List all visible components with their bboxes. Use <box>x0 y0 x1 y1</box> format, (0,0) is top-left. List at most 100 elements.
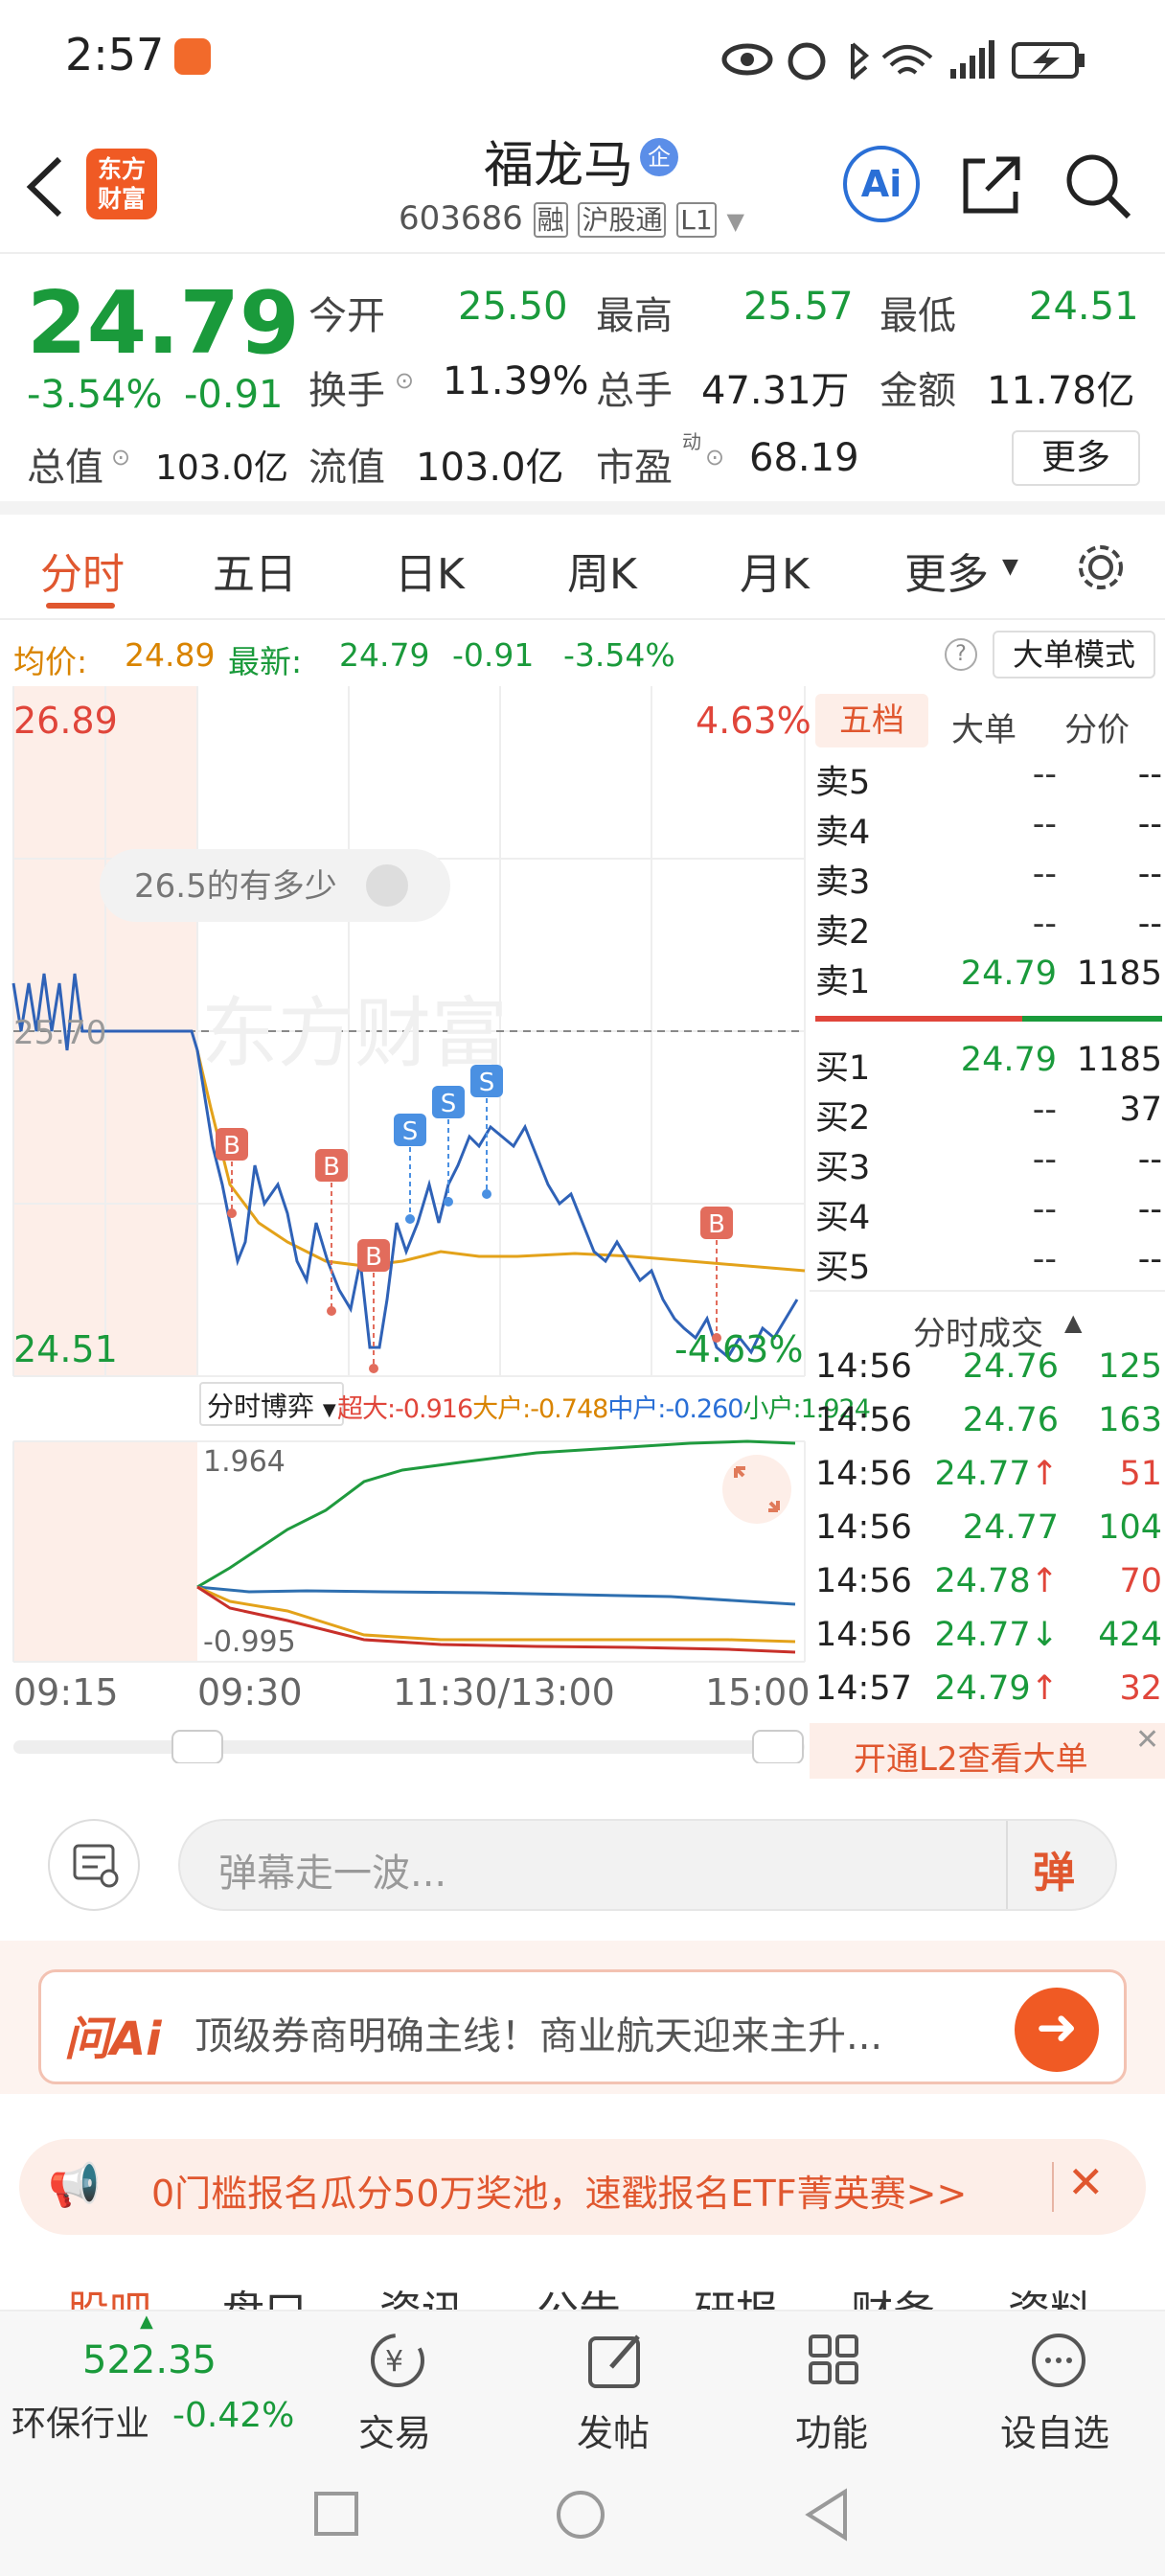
low-value: 24.51 <box>1029 285 1139 329</box>
home-icon[interactable] <box>554 2488 607 2542</box>
stock-code-row: 603686 融 沪股通 L1 ▼ <box>399 199 744 238</box>
trade-volume: 70 <box>1119 1562 1162 1600</box>
bubble-text: 26.5的有多少 <box>134 867 337 906</box>
caret-up-icon[interactable]: ▲ <box>1064 1309 1082 1336</box>
flow-legend: 超大:-0.916大户:-0.748中户:-0.260小户:1.924 <box>337 1394 871 1424</box>
promo-text: 0门槛报名瓜分50万奖池，速戳报名ETF菁英赛>> <box>151 2173 968 2215</box>
back-nav-icon[interactable] <box>803 2488 851 2542</box>
bid-price: -- <box>1032 1140 1057 1179</box>
help-icon[interactable]: ? <box>945 638 977 671</box>
bid-volume: 1185 <box>1076 1041 1162 1079</box>
close-icon[interactable]: ✕ <box>1135 1723 1159 1757</box>
time-label-0930: 09:30 <box>197 1671 303 1714</box>
trade-row: 14:56 24.78↑ 70 <box>815 1562 1162 1610</box>
l2-promo-text: 开通L2查看大单 <box>854 1740 1088 1779</box>
game-selector[interactable]: 分时博弈 ▼ <box>199 1382 344 1426</box>
book-tab-five[interactable]: 五档 <box>815 694 928 748</box>
info-icon[interactable]: ⊙ <box>395 367 414 394</box>
back-icon[interactable] <box>21 153 69 220</box>
ask-volume: -- <box>1137 855 1162 893</box>
ask-volume: -- <box>1137 805 1162 843</box>
caret-down-icon[interactable]: ▼ <box>1002 555 1018 579</box>
trade-button[interactable]: ¥ 交易 <box>335 2321 460 2454</box>
tab-five-day[interactable]: 五日 <box>213 540 297 601</box>
tab-monthly-k[interactable]: 月K <box>740 540 810 601</box>
more-circle-icon <box>1032 2334 1085 2387</box>
trade-time: 14:56 <box>815 1455 912 1493</box>
promo-banner: 📢 0门槛报名瓜分50万奖池，速戳报名ETF菁英赛>> ✕ <box>0 2099 1165 2271</box>
subtab-research[interactable]: 研报 <box>694 2277 778 2310</box>
comment-bar: 弹幕走一波... 弹 <box>0 1782 1165 1936</box>
tab-intraday[interactable]: 分时 <box>40 540 125 601</box>
avg-label: 均价: <box>13 643 88 680</box>
ai-button[interactable]: Ai <box>843 146 920 222</box>
tab-weekly-k[interactable]: 周K <box>567 540 637 601</box>
latest-value: 24.79 <box>339 636 430 674</box>
expand-button-bg <box>722 1455 791 1524</box>
trade-price: 24.77↓ <box>934 1616 1059 1654</box>
pct-axis-bottom: -4.63% <box>674 1328 804 1370</box>
ask-price: -- <box>1032 755 1057 794</box>
promo-card[interactable]: 📢 0门槛报名瓜分50万奖池，速戳报名ETF菁英赛>> ✕ <box>19 2139 1146 2235</box>
divider <box>810 1290 1165 1292</box>
trade-time: 14:57 <box>815 1669 912 1708</box>
info-icon[interactable]: ⊙ <box>705 444 724 471</box>
bid-price: 24.79 <box>960 1041 1057 1079</box>
tag-level: L1 <box>676 202 717 238</box>
ask-price: 24.79 <box>960 954 1057 993</box>
bid-volume: -- <box>1137 1140 1162 1179</box>
subtab-profile[interactable]: 资料 <box>1008 2277 1092 2310</box>
sell-marker: S <box>432 1086 465 1207</box>
danmu-settings-icon[interactable] <box>48 1819 140 1911</box>
chevron-down-icon[interactable]: ▼ <box>727 208 744 235</box>
close-icon[interactable]: ✕ <box>1067 2156 1105 2208</box>
amount-label: 金额 <box>879 369 956 413</box>
time-label-midday: 11:30/13:00 <box>393 1671 615 1714</box>
industry-index[interactable]: ▲ 522.35 环保行业 -0.42% <box>0 2312 294 2455</box>
status-icons <box>721 40 1085 80</box>
share-icon[interactable] <box>958 151 1025 218</box>
signal-icon <box>950 40 994 79</box>
subtab-book[interactable]: 盘口 <box>222 2277 307 2310</box>
arrow-right-icon[interactable]: ➜ <box>1015 1988 1099 2072</box>
chart-canvas[interactable]: 东方财富 26.5的有多少 BBBSSSB <box>0 686 810 1763</box>
ask-list: 卖5 -- -- 卖4 -- -- 卖3 -- -- 卖2 -- -- 卖1 24.79 1185 <box>810 755 1165 1004</box>
trade-row: 14:56 24.76 125 <box>815 1347 1162 1395</box>
app-logo[interactable]: 东方财富 <box>86 149 157 219</box>
subtab-finance[interactable]: 财务 <box>851 2277 935 2310</box>
search-icon[interactable] <box>1063 151 1132 220</box>
ask-label: 卖4 <box>815 814 871 852</box>
subtab-forum[interactable]: 股吧 <box>67 2277 151 2310</box>
tab-daily-k[interactable]: 日K <box>395 540 465 601</box>
bid-row: 买5 -- -- <box>815 1240 1162 1288</box>
mktcap-value: 103.0亿 <box>155 448 289 488</box>
info-icon[interactable]: ⊙ <box>111 444 130 471</box>
subtab-news[interactable]: 资讯 <box>379 2277 464 2310</box>
subtab-announcements[interactable]: 公告 <box>537 2277 621 2310</box>
trade-time: 14:56 <box>815 1616 912 1654</box>
book-tab-price[interactable]: 分价 <box>1064 703 1130 750</box>
content-tabs: 股吧 盘口 资讯 公告 研报 财务 资料 <box>0 2271 1165 2310</box>
tab-more[interactable]: 更多 <box>904 540 989 601</box>
danmu-send-button[interactable]: 弹 <box>1033 1838 1075 1899</box>
add-watchlist-button[interactable]: 设自选 <box>987 2321 1131 2454</box>
bid-row: 买4 -- -- <box>815 1190 1162 1238</box>
sub-pre-market-area <box>13 1441 197 1662</box>
features-button[interactable]: 功能 <box>772 2321 897 2454</box>
y-axis-mid: 25.70 <box>13 1014 107 1052</box>
system-nav-bar <box>0 2453 1165 2576</box>
book-tab-big[interactable]: 大单 <box>951 703 1017 750</box>
recent-apps-icon[interactable] <box>312 2490 360 2538</box>
l2-promo-banner[interactable]: 开通L2查看大单 ✕ <box>810 1723 1165 1779</box>
bottom-toolbar: ▲ 522.35 环保行业 -0.42% ¥ 交易 发帖 功能 设自选 <box>0 2310 1165 2455</box>
settings-gear-icon[interactable] <box>1073 540 1129 595</box>
big-order-mode-button[interactable]: 大单模式 <box>993 631 1155 678</box>
ask-row: 卖3 -- -- <box>815 855 1162 903</box>
intraday-chart[interactable]: 东方财富 26.5的有多少 BBBSSSB 26.89 25.70 24.51 … <box>0 686 871 1763</box>
bid-volume: 37 <box>1119 1091 1162 1129</box>
danmu-input[interactable]: 弹幕走一波... 弹 <box>178 1819 1117 1911</box>
ai-banner-card[interactable]: 问Ai 顶级券商明确主线！商业航天迎来主升... ➜ <box>38 1969 1127 2084</box>
ask-volume: 1185 <box>1076 954 1162 993</box>
more-button[interactable]: 更多 <box>1012 430 1140 486</box>
post-button[interactable]: 发帖 <box>554 2321 678 2454</box>
